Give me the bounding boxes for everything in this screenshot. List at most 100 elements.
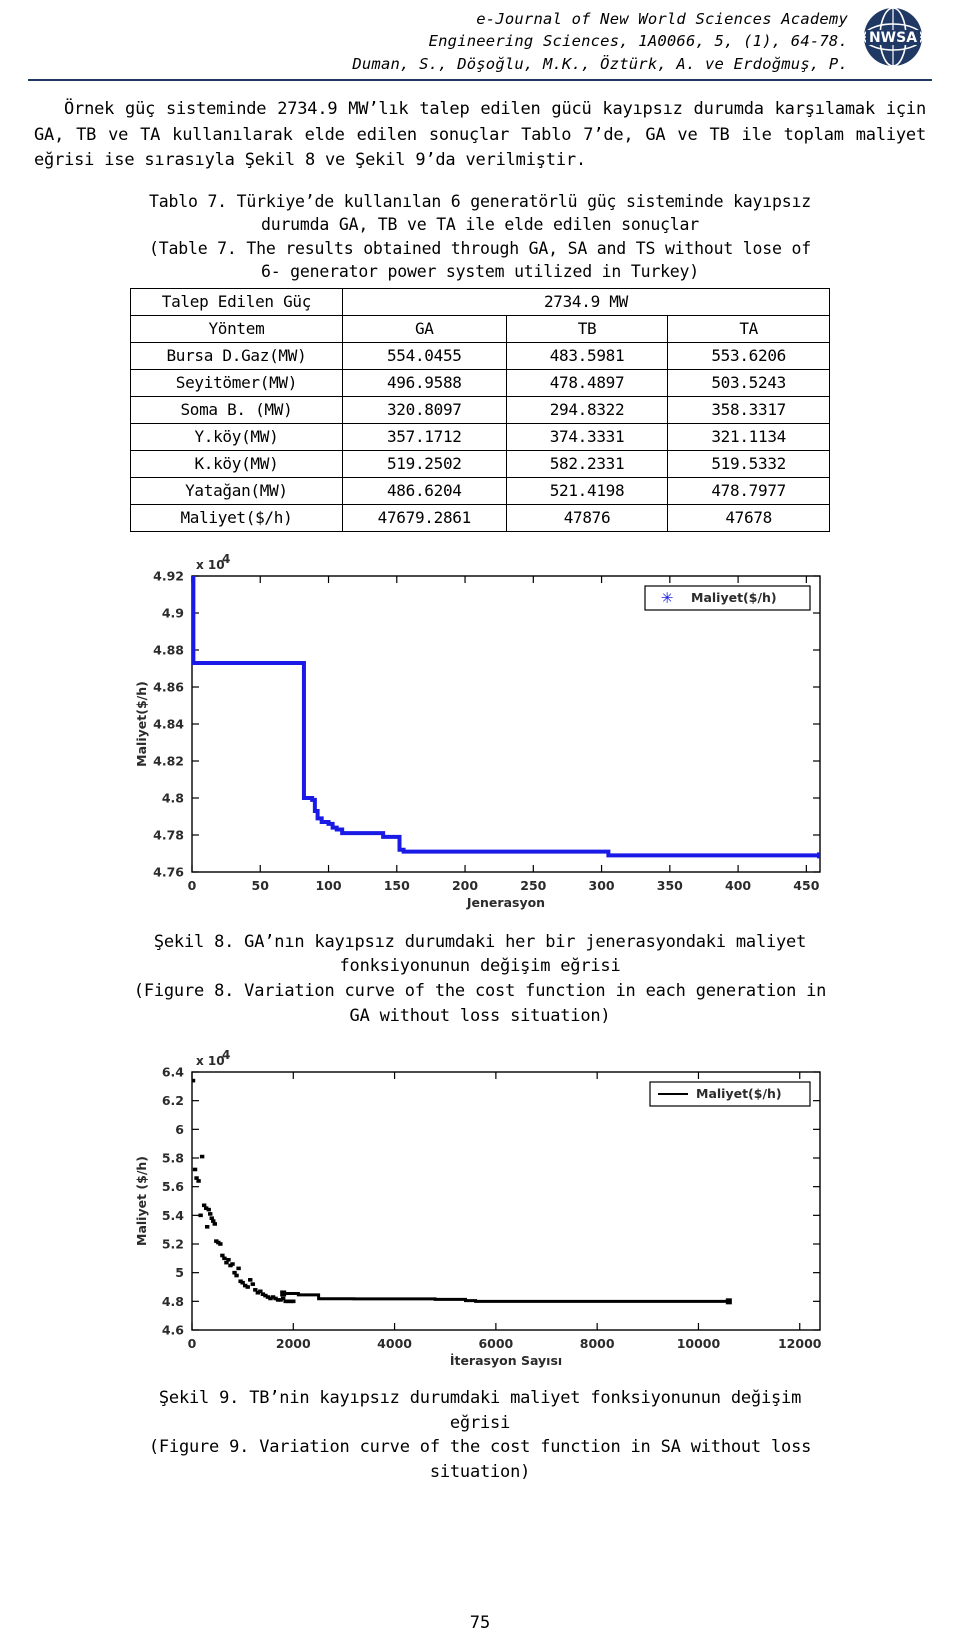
figure-8-block: 4.76 4.78 4.8 4.82 4.84 4.86 4.88 4.9 4.92 0 50 100… [34, 550, 926, 1029]
svg-text:4000: 4000 [377, 1336, 412, 1351]
table-row: Bursa D.Gaz(MW) 554.0455 483.5981 553.62… [130, 341, 830, 370]
svg-text:10000: 10000 [677, 1336, 721, 1351]
svg-text:450: 450 [793, 878, 819, 893]
figure-9-block: 4.6 4.8 5 5.2 5.4 5.6 5.8 6 6.2 6.4 0 2000 4000 6000 8… [34, 1046, 926, 1485]
figure-8-caption-line-4: GA without loss situation) [349, 1005, 611, 1026]
row-label: Yatağan(MW) [130, 476, 343, 505]
row-label: Bursa D.Gaz(MW) [130, 341, 343, 370]
nwsa-globe-logo: NWSA [862, 6, 924, 68]
journal-title-line: e-Journal of New World Sciences Academy [476, 10, 848, 28]
svg-text:150: 150 [384, 878, 410, 893]
row-value-ta: 478.7977 [667, 476, 830, 505]
figure-9-image-wrap: 4.6 4.8 5 5.2 5.4 5.6 5.8 6 6.2 6.4 0 2000 4000 6000 8… [34, 1046, 926, 1376]
logo-wordmark: NWSA [869, 30, 917, 46]
row-label: Y.köy(MW) [130, 422, 343, 451]
row-value-tb: 374.3331 [505, 422, 669, 451]
demand-label-cell: Talep Edilen Güç [130, 287, 343, 316]
svg-text:4.92: 4.92 [153, 568, 184, 583]
row-value-ta: 358.3317 [667, 395, 830, 424]
header-divider [28, 79, 932, 82]
row-value-ga: 554.0455 [341, 341, 507, 370]
column-header-tb: TB [505, 314, 669, 343]
svg-text:6000: 6000 [478, 1336, 513, 1351]
figure-8-image-wrap: 4.76 4.78 4.8 4.82 4.84 4.86 4.88 4.9 4.92 0 50 100… [34, 550, 926, 920]
journal-header-text: e-Journal of New World Sciences Academy … [352, 6, 848, 75]
table-row: Maliyet($/h) 47679.2861 47876 47678 [130, 503, 830, 532]
svg-text:400: 400 [725, 878, 751, 893]
svg-text:4: 4 [222, 552, 230, 566]
results-table: Talep Edilen Güç 2734.9 MW Yöntem GA TB … [130, 287, 831, 532]
svg-text:6.2: 6.2 [162, 1093, 184, 1108]
svg-text:Maliyet($/h): Maliyet($/h) [696, 1086, 782, 1101]
svg-text:5: 5 [175, 1265, 184, 1280]
svg-text:5.6: 5.6 [162, 1179, 184, 1194]
row-value-ga: 519.2502 [341, 449, 507, 478]
row-label: Maliyet($/h) [130, 503, 343, 532]
row-value-tb: 483.5981 [505, 341, 669, 370]
svg-text:300: 300 [589, 878, 615, 893]
row-value-tb: 294.8322 [505, 395, 669, 424]
figure-8-caption: Şekil 8. GA’nın kayıpsız durumdaki her b… [74, 930, 886, 1029]
figure-9-caption-line-2: eğrisi [449, 1412, 511, 1433]
row-label: K.köy(MW) [130, 449, 343, 478]
figure-9-caption-line-1: Şekil 9. TB’nin kayıpsız durumdaki maliy… [158, 1388, 802, 1409]
row-value-tb: 521.4198 [505, 476, 669, 505]
svg-text:x 10: x 10 [196, 1054, 225, 1068]
table-caption-line-3: (Table 7. The results obtained through G… [149, 238, 811, 258]
row-value-ga: 320.8097 [341, 395, 507, 424]
table-row: Seyitömer(MW) 496.9588 478.4897 503.5243 [130, 368, 830, 397]
svg-text:Maliyet($/h): Maliyet($/h) [691, 590, 777, 605]
row-value-tb: 478.4897 [505, 368, 669, 397]
svg-text:x 10: x 10 [196, 558, 225, 572]
table-row: Soma B. (MW) 320.8097 294.8322 358.3317 [130, 395, 830, 424]
svg-text:6.4: 6.4 [162, 1065, 184, 1080]
journal-issue-line: Engineering Sciences, 1A0066, 5, (1), 64… [428, 32, 848, 51]
svg-text:4.78: 4.78 [153, 827, 184, 842]
table-caption: Tablo 7. Türkiye’de kullanılan 6 generat… [34, 190, 926, 284]
row-value-tb: 47876 [505, 503, 669, 532]
svg-text:2000: 2000 [276, 1336, 311, 1351]
svg-text:0: 0 [188, 878, 197, 893]
figure-8-chart: 4.76 4.78 4.8 4.82 4.84 4.86 4.88 4.9 4.92 0 50 100… [134, 552, 821, 910]
row-value-ta: 321.1134 [667, 422, 830, 451]
row-label: Soma B. (MW) [130, 395, 343, 424]
svg-text:Jenerasyon: Jenerasyon [466, 895, 545, 910]
table-row: Yatağan(MW) 486.6204 521.4198 478.7977 [130, 476, 830, 505]
svg-text:350: 350 [657, 878, 683, 893]
svg-text:4.76: 4.76 [153, 864, 184, 879]
svg-text:4.6: 4.6 [162, 1323, 184, 1338]
svg-text:4.8: 4.8 [162, 1294, 184, 1309]
svg-text:100: 100 [315, 878, 341, 893]
svg-text:50: 50 [252, 878, 270, 893]
figure-9-caption: Şekil 9. TB’nin kayıpsız durumdaki maliy… [74, 1386, 886, 1485]
svg-text:İterasyon Sayısı: İterasyon Sayısı [450, 1353, 562, 1368]
svg-text:Maliyet ($/h): Maliyet ($/h) [134, 1156, 149, 1246]
figure-8-caption-line-2: fonksiyonunun değişim eğrisi [339, 956, 621, 977]
journal-authors-line: Duman, S., Döşoğlu, M.K., Öztürk, A. ve … [352, 54, 848, 73]
column-header-ga: GA [341, 314, 507, 343]
row-label: Seyitömer(MW) [130, 368, 343, 397]
svg-text:5.4: 5.4 [162, 1208, 184, 1223]
svg-text:8000: 8000 [580, 1336, 615, 1351]
table-caption-line-1: Tablo 7. Türkiye’de kullanılan 6 generat… [149, 191, 811, 211]
svg-text:✳: ✳ [661, 589, 674, 607]
row-value-ga: 486.6204 [341, 476, 507, 505]
table-row: Y.köy(MW) 357.1712 374.3331 321.1134 [130, 422, 830, 451]
svg-text:4: 4 [222, 1048, 230, 1062]
column-header-ta: TA [667, 314, 830, 343]
figure-9-chart: 4.6 4.8 5 5.2 5.4 5.6 5.8 6 6.2 6.4 0 2000 4000 6000 8… [134, 1048, 822, 1368]
row-value-ta: 503.5243 [667, 368, 830, 397]
figure-9-caption-line-3: (Figure 9. Variation curve of the cost f… [148, 1437, 812, 1458]
row-value-ta: 47678 [667, 503, 830, 532]
svg-text:250: 250 [520, 878, 546, 893]
table-row-demand: Talep Edilen Güç 2734.9 MW [130, 287, 831, 316]
row-value-ga: 496.9588 [341, 368, 507, 397]
svg-text:4.86: 4.86 [153, 679, 184, 694]
figure-8-caption-line-1: Şekil 8. GA’nın kayıpsız durumdaki her b… [153, 931, 807, 952]
page-header: e-Journal of New World Sciences Academy … [0, 0, 960, 75]
figure-8-caption-line-3: (Figure 8. Variation curve of the cost f… [133, 980, 827, 1001]
method-label-cell: Yöntem [130, 314, 343, 343]
svg-text:200: 200 [452, 878, 478, 893]
svg-text:4.88: 4.88 [153, 642, 184, 657]
svg-text:4.84: 4.84 [153, 716, 184, 731]
